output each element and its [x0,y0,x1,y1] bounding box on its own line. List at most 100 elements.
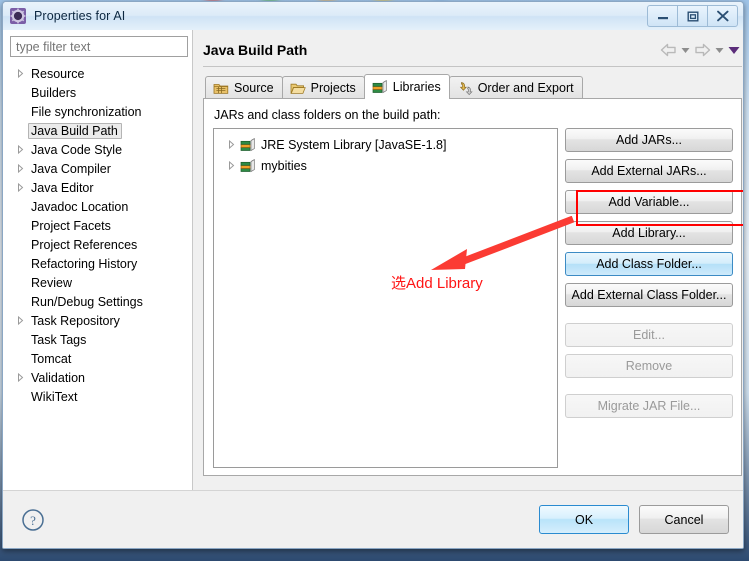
header-divider [203,66,742,67]
add-library-button[interactable]: Add Library... [565,221,733,245]
expand-arrow-icon[interactable] [12,145,28,154]
sidebar-item-task-repository[interactable]: Task Repository [10,311,187,330]
sidebar-item-validation[interactable]: Validation [10,368,187,387]
sidebar-item-label: File synchronization [31,104,142,119]
sidebar-item-label: Validation [31,370,85,385]
sidebar-item-label: Task Repository [31,313,120,328]
expand-arrow-icon[interactable] [224,161,239,170]
tab-label: Order and Export [477,81,574,95]
expand-arrow-icon[interactable] [12,316,28,325]
tab-libraries[interactable]: Libraries [363,74,450,99]
sidebar-item-label: Java Compiler [31,161,111,176]
sidebar-item-label: Run/Debug Settings [31,294,143,309]
sidebar-item-builders[interactable]: Builders [10,83,187,102]
sidebar-item-label: Tomcat [31,351,72,366]
library-entry[interactable]: JRE System Library [JavaSE-1.8] [217,134,554,155]
sidebar-item-label: Refactoring History [31,256,138,271]
dialog-footer: ? OK Cancel [3,490,743,548]
window-controls [647,5,738,27]
properties-dialog: Properties for AI ResourceBuildersF [2,1,744,549]
sidebar-item-wikitext[interactable]: WikiText [10,387,187,406]
minimize-icon[interactable] [647,5,678,27]
sidebar-item-task-tags[interactable]: Task Tags [10,330,187,349]
order-export-icon [457,80,473,96]
settings-tree: Resource Builders File synchronization Java… [10,64,187,406]
back-dropdown-icon[interactable] [681,47,690,54]
page-header: Java Build Path [203,36,742,64]
panel-description: JARs and class folders on the build path… [214,108,441,122]
properties-gear-icon [9,7,27,25]
libraries-tree[interactable]: JRE System Library [JavaSE-1.8] mybities [213,128,558,468]
close-icon[interactable] [707,5,738,27]
sidebar-item-label: WikiText [31,389,78,404]
expand-arrow-icon[interactable] [12,69,28,78]
title-bar: Properties for AI [3,2,743,31]
forward-dropdown-icon[interactable] [715,47,724,54]
sidebar-item-java-editor[interactable]: Java Editor [10,178,187,197]
sidebar-item-resource[interactable]: Resource [10,64,187,83]
tab-label: Libraries [392,80,441,94]
library-books-icon [240,137,256,153]
window-title: Properties for AI [34,9,126,23]
annotation-label: 选Add Library [391,275,483,292]
add-class-folder-button[interactable]: Add Class Folder... [565,252,733,276]
back-arrow-icon[interactable] [660,43,677,57]
sidebar-item-javadoc-location[interactable]: Javadoc Location [10,197,187,216]
sidebar-item-tomcat[interactable]: Tomcat [10,349,187,368]
expand-arrow-icon[interactable] [12,183,28,192]
panel-row: JRE System Library [JavaSE-1.8] mybities … [213,128,733,468]
library-entry[interactable]: mybities [217,155,554,176]
add-external-class-folder-button[interactable]: Add External Class Folder... [565,283,733,307]
sidebar-item-label: Resource [31,66,85,81]
sidebar-item-label: Project References [31,237,138,252]
dialog-body: Resource Builders File synchronization Java… [3,30,743,490]
add-variable-button[interactable]: Add Variable... [565,190,733,214]
library-entry-label: JRE System Library [JavaSE-1.8] [261,137,447,152]
sidebar-item-label: Task Tags [31,332,87,347]
remove-button: Remove [565,354,733,378]
migrate-jar-file-button: Migrate JAR File... [565,394,733,418]
add-external-jars-button[interactable]: Add External JARs... [565,159,733,183]
sidebar-item-refactoring-history[interactable]: Refactoring History [10,254,187,273]
tab-projects[interactable]: Projects [281,76,365,99]
add-jars-button[interactable]: Add JARs... [565,128,733,152]
sidebar-item-java-compiler[interactable]: Java Compiler [10,159,187,178]
sidebar-item-label: Java Editor [31,180,94,195]
page-title: Java Build Path [203,42,308,58]
library-books-icon [240,158,256,174]
sidebar-item-review[interactable]: Review [10,273,187,292]
tab-order-and-export[interactable]: Order and Export [448,76,583,99]
maximize-icon[interactable] [677,5,708,27]
source-package-icon [213,80,229,96]
tab-label: Source [234,81,274,95]
sidebar-item-project-references[interactable]: Project References [10,235,187,254]
build-path-tabs: Source Projects Libraries Order and Export [205,74,742,99]
sidebar-item-label: Javadoc Location [31,199,129,214]
cancel-button[interactable]: Cancel [639,505,729,534]
tab-label: Projects [310,81,356,95]
ok-button[interactable]: OK [539,505,629,534]
page-navigation [660,43,742,57]
open-folder-icon [290,80,306,96]
expand-arrow-icon[interactable] [12,373,28,382]
svg-text:?: ? [30,513,36,528]
help-question-icon[interactable]: ? [21,508,45,532]
menu-dropdown-icon[interactable] [728,46,740,55]
expand-arrow-icon[interactable] [224,140,239,149]
libraries-button-column: Add JARs... Add External JARs... Add Varia… [565,128,733,468]
sidebar-item-file-synchronization[interactable]: File synchronization [10,102,187,121]
sidebar-item-java-build-path[interactable]: Java Build Path [10,121,187,140]
sidebar-item-run-debug-settings[interactable]: Run/Debug Settings [10,292,187,311]
forward-arrow-icon[interactable] [694,43,711,57]
expand-arrow-icon[interactable] [12,164,28,173]
settings-content-pane: Java Build Path Source Projects Librarie… [193,30,743,490]
library-books-icon [372,79,388,95]
filter-input[interactable] [10,36,188,57]
sidebar-item-project-facets[interactable]: Project Facets [10,216,187,235]
footer-buttons: OK Cancel [539,505,729,534]
settings-sidebar: Resource Builders File synchronization Java… [3,30,193,490]
tab-source[interactable]: Source [205,76,283,99]
sidebar-item-label: Project Facets [31,218,111,233]
edit-button: Edit... [565,323,733,347]
sidebar-item-java-code-style[interactable]: Java Code Style [10,140,187,159]
